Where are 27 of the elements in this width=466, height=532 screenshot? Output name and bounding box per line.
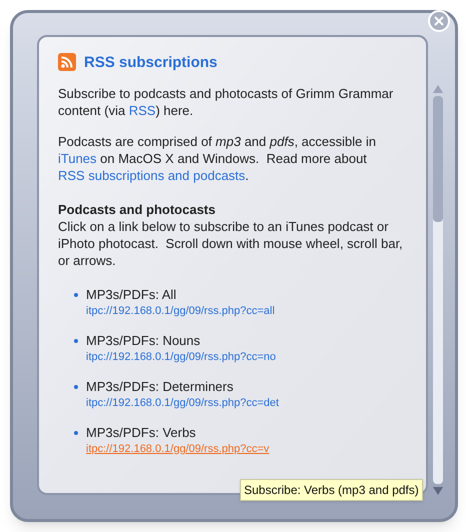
scroll-thumb[interactable] — [433, 96, 443, 222]
bullet-icon — [74, 385, 78, 389]
section-heading: Podcasts and photocasts — [58, 201, 216, 218]
close-icon — [434, 16, 444, 26]
text-link[interactable]: RSS — [128, 103, 156, 118]
rss-icon — [58, 53, 76, 71]
section-text: Click on a link below to subscribe to an iTunes podcast or iPhoto photocast. Scroll down with mouse wheel, scroll bar, or arrows. — [58, 218, 404, 269]
text-link[interactable]: iTunes — [58, 151, 97, 166]
feed-label: MP3s/PDFs: All — [86, 286, 178, 303]
bullet-icon — [74, 293, 78, 297]
feed-label: MP3s/PDFs: Nouns — [86, 332, 202, 349]
text-link[interactable]: RSS subscriptions and podcasts — [58, 168, 246, 183]
scroll-down-icon[interactable] — [433, 487, 443, 495]
feed-label: MP3s/PDFs: Verbs — [86, 424, 197, 441]
feed-link[interactable]: itpc://192.168.0.1/gg/09/rss.php?cc=all — [86, 303, 275, 319]
scroll-up-icon[interactable] — [433, 85, 443, 93]
panel-title: RSS subscriptions — [84, 54, 218, 70]
feed-label: MP3s/PDFs: Determiners — [86, 378, 234, 395]
paragraph: Podcasts are comprised of mp3 and pdfs, accessible in iTunes on MacOS X and Windows. Read more about RSS subscriptions and podcasts. — [58, 133, 377, 184]
bullet-icon — [74, 339, 78, 343]
feed-link[interactable]: itpc://192.168.0.1/gg/09/rss.php?cc=det — [86, 395, 279, 411]
feed-link[interactable]: itpc://192.168.0.1/gg/09/rss.php?cc=v — [86, 441, 270, 457]
paragraph: Subscribe to podcasts and photocasts of Grimm Grammar content (via RSS) here. — [58, 85, 394, 119]
scrollbar[interactable] — [432, 85, 444, 495]
feed-link[interactable]: itpc://192.168.0.1/gg/09/rss.php?cc=no — [86, 349, 276, 365]
bullet-icon — [74, 431, 78, 435]
tooltip: Subscribe: Verbs (mp3 and pdfs) — [240, 479, 423, 501]
